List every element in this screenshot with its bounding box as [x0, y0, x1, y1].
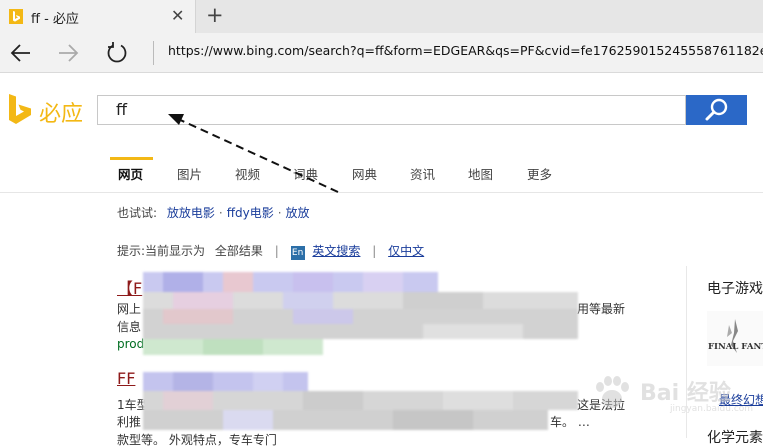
navigation-bar: https://www.bing.com/search?q=ff&form=ED…	[0, 33, 763, 73]
final-fantasy-logo-text: FINAL FANTASY	[708, 342, 763, 352]
english-search-link[interactable]: 英文搜索	[312, 244, 360, 258]
separator-dot: ·	[277, 206, 282, 220]
separator: |	[274, 244, 279, 258]
watermark-text: Bai 经验	[640, 381, 731, 406]
active-scope-underline	[110, 157, 153, 160]
sidebar-title: 化学元素	[707, 430, 763, 446]
tab-title: ff - 必应	[31, 12, 79, 27]
chinese-only-link[interactable]: 仅中文	[388, 244, 424, 258]
result-snippet: 用等最新	[577, 302, 626, 316]
baidu-watermark: Bai 经验 jingyan.baidu.com	[590, 375, 753, 414]
refresh-icon[interactable]	[104, 40, 130, 66]
tab-close-icon[interactable]: ✕	[171, 6, 184, 25]
search-query-text: ff	[116, 100, 128, 119]
scope-tab-images[interactable]: 图片	[177, 164, 202, 183]
crystal-icon	[727, 319, 738, 353]
scope-tab-news[interactable]: 资讯	[410, 164, 435, 183]
watermark-url: jingyan.baidu.com	[670, 404, 754, 414]
also-try-link[interactable]: 放放	[286, 206, 310, 220]
bing-favicon-icon	[9, 9, 23, 24]
english-badge-icon: En	[290, 246, 305, 260]
scope-tab-dictionary[interactable]: 词典	[293, 164, 318, 183]
result-snippet: 信息	[117, 320, 142, 334]
bing-logo-icon	[9, 94, 31, 124]
pixelated-redaction	[143, 272, 578, 355]
nav-separator	[153, 41, 154, 65]
scope-tab-more[interactable]: 更多	[527, 164, 552, 183]
new-tab-icon[interactable]: +	[206, 3, 224, 27]
browser-tab[interactable]: ff - 必应 ✕	[0, 0, 196, 33]
search-input[interactable]: ff	[97, 95, 686, 125]
search-button[interactable]	[686, 95, 747, 125]
scope-tab-maps[interactable]: 地图	[468, 164, 493, 183]
baidu-paw-icon	[596, 376, 629, 408]
search-icon	[705, 98, 728, 121]
result-title-link[interactable]: 【F	[117, 275, 142, 299]
result-snippet: 网上	[117, 302, 142, 316]
pixelated-redaction	[143, 372, 578, 430]
language-hint: 提示:当前显示为 全部结果 | En 英文搜索 | 仅中文	[117, 242, 424, 260]
also-try-label: 也试试:	[117, 206, 158, 220]
bing-logo[interactable]: 必应	[7, 94, 89, 127]
scope-tab-web[interactable]: 网页	[118, 164, 143, 183]
result-url: prod	[117, 337, 145, 351]
scopes-divider	[0, 192, 763, 193]
forward-arrow-icon[interactable]	[55, 40, 81, 66]
final-fantasy-logo[interactable]	[707, 311, 763, 366]
back-arrow-icon[interactable]	[8, 40, 34, 66]
tab-bar: ff - 必应 ✕ +	[0, 0, 763, 33]
scope-tab-wangdian[interactable]: 网典	[352, 164, 377, 183]
sidebar-title: 电子游戏	[707, 281, 763, 297]
hint-prefix: 提示:当前显示为	[117, 244, 206, 258]
scope-tab-videos[interactable]: 视频	[235, 164, 260, 183]
address-bar[interactable]: https://www.bing.com/search?q=ff&form=ED…	[168, 43, 763, 58]
also-try-bar: 也试试: 放放电影 · ffdy电影 · 放放	[117, 204, 310, 221]
also-try-link[interactable]: ffdy电影	[227, 206, 274, 220]
hint-all-results: 全部结果	[214, 244, 263, 258]
result-title-link[interactable]: FF	[117, 369, 135, 388]
separator-dot: ·	[218, 206, 223, 220]
result-snippet: 利推	[117, 415, 142, 429]
separator: |	[372, 244, 377, 258]
also-try-link[interactable]: 放放电影	[167, 206, 215, 220]
bing-logo-text: 必应	[39, 102, 84, 127]
